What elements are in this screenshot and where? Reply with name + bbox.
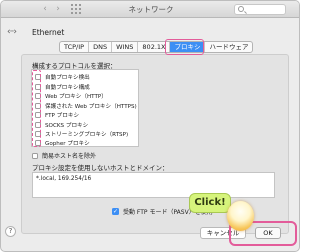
title-bar: ‹ › ネットワーク xyxy=(1,1,299,18)
search-icon xyxy=(238,6,244,12)
list-item[interactable]: SOCKS プロキシ xyxy=(35,121,88,129)
list-item[interactable]: ストリーミングプロキシ（RTSP) xyxy=(35,130,128,138)
search-input[interactable] xyxy=(234,4,286,15)
protocol-label: ストリーミングプロキシ（RTSP) xyxy=(45,132,129,138)
list-item[interactable]: 保護された Web プロキシ（HTTPS) xyxy=(35,102,137,110)
bypass-hosts-field[interactable]: *.local, 169.254/16 xyxy=(32,172,275,198)
protocol-label: 自動プロキシ構成 xyxy=(45,84,90,91)
list-item[interactable]: 自動プロキシ検出 xyxy=(35,73,90,81)
tab-dns[interactable]: DNS xyxy=(89,42,113,52)
protocol-label: 保護された Web プロキシ（HTTPS) xyxy=(45,103,137,110)
checkbox-column-highlight xyxy=(32,70,41,147)
tab-hardware[interactable]: ハードウェア xyxy=(205,42,252,52)
list-item[interactable]: Gopher プロキシ xyxy=(35,139,90,147)
protocol-label: Web プロキシ（HTTP） xyxy=(45,94,107,100)
tab-wins[interactable]: WINS xyxy=(112,42,139,52)
exclude-simple-hostnames-checkbox[interactable] xyxy=(32,152,38,159)
protocol-list: 自動プロキシ検出 自動プロキシ構成 Web プロキシ（HTTP） 保護された W… xyxy=(31,69,139,147)
tab-tcpip[interactable]: TCP/IP xyxy=(60,42,90,52)
network-connection-icon[interactable]: ‹··› xyxy=(7,27,17,37)
click-cursor-icon xyxy=(227,201,254,231)
list-item[interactable]: 自動プロキシ構成 xyxy=(35,83,90,91)
connection-name: Ethernet xyxy=(32,28,65,37)
protocol-label: FTP プロキシ xyxy=(45,113,80,119)
bypass-hosts-label: プロキシ設定を使用しないホストとドメイン： xyxy=(32,164,169,172)
protocol-label: Gopher プロキシ xyxy=(45,141,90,147)
network-preferences-window: ‹ › ネットワーク ‹··› Ethernet TCP/IP DNS WINS… xyxy=(0,0,300,252)
exclude-simple-hostnames[interactable]: 簡易ホスト名を除外 xyxy=(32,151,96,160)
protocol-label: SOCKS プロキシ xyxy=(45,122,89,129)
list-item[interactable]: FTP プロキシ xyxy=(35,111,79,119)
exclude-simple-hostnames-label: 簡易ホスト名を除外 xyxy=(42,153,97,160)
settings-tab-bar: TCP/IP DNS WINS 802.1X プロキシ ハードウェア xyxy=(59,41,254,53)
click-callout: Click! xyxy=(189,193,235,214)
proxy-tab-highlight xyxy=(165,39,204,55)
list-item[interactable]: Web プロキシ（HTTP） xyxy=(35,92,107,100)
passive-ftp-checkbox[interactable]: ✓ xyxy=(112,208,119,215)
help-button[interactable]: ? xyxy=(5,226,16,237)
protocol-label: 自動プロキシ検出 xyxy=(45,75,90,81)
